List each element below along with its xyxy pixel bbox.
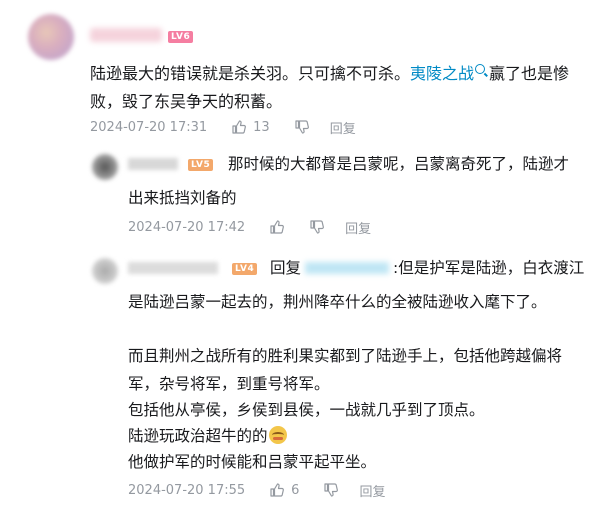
level-badge: LV4: [232, 263, 258, 275]
search-link[interactable]: 夷陵之战: [410, 64, 474, 83]
reply-text-line1: :但是护军是陆逊，白衣渡江: [393, 259, 585, 277]
like-button[interactable]: 13: [231, 119, 270, 135]
dislike-button[interactable]: [323, 482, 339, 498]
reply-text-line2: 是陆逊吕蒙一起去的，荆州降卒什么的全被陆逊收入麾下了。: [128, 293, 547, 311]
comment-text: 陆逊最大的错误就是杀关羽。只可擒不可杀。夷陵之战 赢了也是惨 败，毁了东吴争天的积…: [90, 60, 600, 116]
dislike-button[interactable]: [309, 219, 325, 235]
reply-prefix: 回复: [270, 259, 302, 277]
username[interactable]: [128, 158, 178, 170]
reply-text-line6: 陆逊玩政治超牛的的: [128, 422, 608, 450]
username[interactable]: [128, 262, 218, 274]
reply-button[interactable]: 回复: [359, 481, 385, 500]
timestamp: 2024-07-20 17:31: [90, 119, 208, 135]
reply-button[interactable]: 回复: [330, 118, 356, 137]
avatar[interactable]: [92, 258, 118, 284]
level-badge: LV5: [188, 159, 214, 171]
reply-text-line1: 那时候的大都督是吕蒙呢，吕蒙离奇死了，陆逊才: [228, 155, 570, 173]
reply-text: 那时候的大都督是吕蒙呢，吕蒙离奇死了，陆逊才: [228, 150, 608, 178]
like-button[interactable]: [269, 219, 285, 235]
reply-text-line4: 军，杂号将军，到重号将军。: [128, 375, 330, 393]
laughing-emoji-icon: [268, 426, 287, 444]
thumbs-up-icon: [270, 483, 285, 497]
thumbs-up-icon: [270, 220, 285, 234]
thumbs-up-icon: [232, 120, 247, 134]
comment-text-line2: 败，毁了东吴争天的积蓄。: [90, 92, 283, 111]
avatar[interactable]: [92, 154, 118, 180]
reply-meta: 2024-07-20 17:55 6 回复: [128, 481, 385, 500]
comment-text-part2: 赢了也是惨: [489, 64, 570, 83]
reply-text-line7: 他做护军的时候能和吕蒙平起平坐。: [128, 453, 377, 471]
like-count: 6: [291, 482, 300, 498]
comment-text-part1: 陆逊最大的错误就是杀关羽。只可擒不可杀。: [90, 64, 411, 83]
level-badge: LV6: [168, 31, 194, 43]
reply-text-line6-text: 陆逊玩政治超牛的的: [128, 427, 268, 445]
thumbs-down-icon: [310, 220, 325, 234]
reply-button[interactable]: 回复: [345, 218, 371, 237]
reply-target-username[interactable]: [305, 262, 390, 274]
timestamp: 2024-07-20 17:42: [128, 219, 246, 235]
username[interactable]: [90, 28, 162, 42]
reply-text-line5: 包括他从亭侯，乡侯到县侯，一战就几乎到了顶点。: [128, 401, 485, 419]
search-icon: [475, 64, 486, 74]
like-button[interactable]: 6: [269, 482, 299, 498]
reply-meta: 2024-07-20 17:42 回复: [128, 218, 371, 237]
dislike-button[interactable]: [294, 119, 310, 135]
avatar[interactable]: [28, 14, 74, 60]
reply-text-line2: 出来抵挡刘备的: [128, 189, 237, 207]
reply-text-header: 回复 :但是护军是陆逊，白衣渡江: [270, 254, 610, 282]
reply-text-line3: 而且荆州之战所有的胜利果实都到了陆逊手上，包括他跨越偏将: [128, 347, 563, 365]
like-count: 13: [253, 119, 270, 135]
timestamp: 2024-07-20 17:55: [128, 482, 246, 498]
thumbs-down-icon: [324, 483, 339, 497]
thumbs-down-icon: [295, 120, 309, 134]
comment-meta: 2024-07-20 17:31 13 回复: [90, 118, 356, 137]
